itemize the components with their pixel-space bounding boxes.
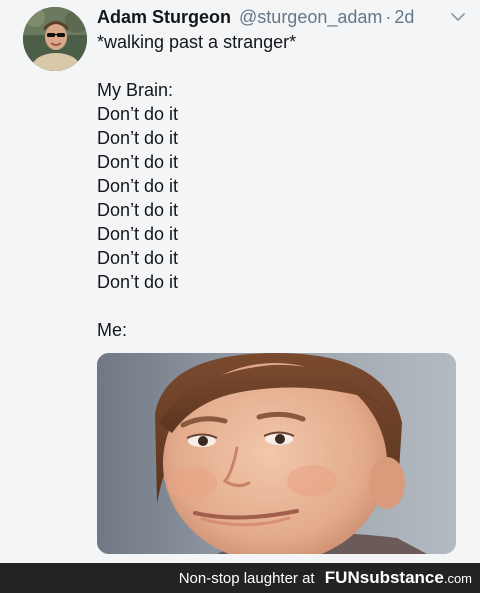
avatar[interactable]	[23, 7, 87, 71]
chevron-down-icon[interactable]	[450, 10, 466, 22]
tweet-line: Don’t do it	[97, 200, 179, 220]
tweet-text: *walking past a stranger* My Brain: Don’…	[97, 30, 457, 342]
tweet-line: Don’t do it	[97, 224, 179, 244]
tweet-line: Don’t do it	[97, 176, 179, 196]
tweet-line: *walking past a stranger*	[97, 32, 297, 52]
tweet-line: Don’t do it	[97, 248, 179, 268]
tweet-header: Adam Sturgeon @sturgeon_adam · 2d	[97, 6, 466, 30]
brand-fun: FUN	[324, 568, 360, 587]
tweet-line: Don’t do it	[97, 152, 179, 172]
tweet-line: My Brain:	[97, 80, 174, 100]
tweet-timestamp[interactable]: 2d	[394, 7, 414, 27]
author-handle[interactable]: @sturgeon_adam	[239, 7, 382, 27]
brand-sub: substance	[359, 568, 444, 587]
brand-tld: .com	[443, 571, 472, 586]
footer-caption: Non-stop laughter at	[178, 570, 315, 587]
brand-logo[interactable]: FUNsubstance.com	[325, 568, 472, 587]
avatar-photo	[23, 7, 87, 71]
tweet-card: Adam Sturgeon @sturgeon_adam · 2d *walking…	[0, 0, 480, 563]
tweet-line: Don’t do it	[97, 128, 179, 148]
meta-separator: ·	[385, 7, 392, 27]
watermark-footer: Non-stop laughter at FUNsubstance.com	[0, 563, 480, 593]
author-name[interactable]: Adam Sturgeon	[97, 7, 231, 27]
kid-smirk-photo	[97, 353, 456, 554]
tweet-media-image[interactable]	[97, 353, 456, 554]
tweet-line: Don’t do it	[97, 272, 179, 292]
watermark-text: Non-stop laughter at FUNsubstance.com	[179, 569, 472, 588]
tweet-line: Don’t do it	[97, 104, 179, 124]
tweet-line: Me:	[97, 320, 128, 340]
